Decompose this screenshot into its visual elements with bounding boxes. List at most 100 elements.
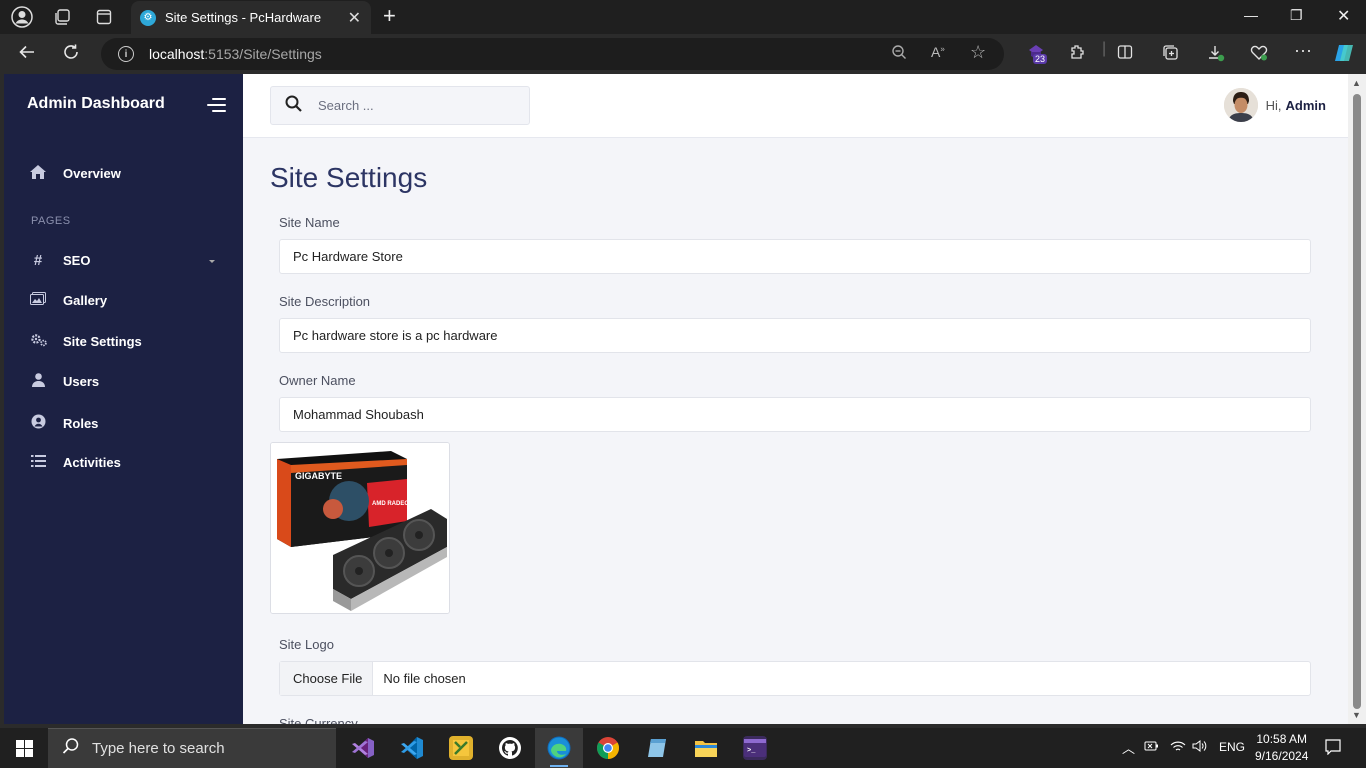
site-description-label: Site Description [279, 294, 371, 309]
site-info-icon[interactable]: i [118, 46, 134, 62]
refresh-icon[interactable] [62, 43, 80, 66]
extension-badge-icon[interactable]: 23 [1026, 42, 1048, 67]
user-menu[interactable]: Hi, Admin [1223, 88, 1326, 122]
back-icon[interactable] [18, 43, 36, 66]
minimize-icon[interactable]: — [1244, 7, 1258, 23]
notepad-icon[interactable] [645, 736, 669, 760]
url-path: :5153/Site/Settings [204, 46, 322, 62]
sidebar-item-label: Activities [63, 454, 121, 470]
show-hidden-icons-icon[interactable]: ︿ [1122, 738, 1135, 757]
product-brand-text: GIGABYTE [295, 471, 342, 481]
read-aloud-icon[interactable]: A» [931, 44, 945, 60]
sidebar-section-label: PAGES [31, 215, 71, 227]
user-circle-icon [30, 414, 46, 432]
sidebar-item-label: Users [63, 374, 100, 389]
scroll-down-icon[interactable]: ▼ [1352, 710, 1361, 720]
windows-start-icon[interactable] [16, 740, 33, 757]
tab-actions-icon[interactable] [92, 6, 116, 28]
owner-name-field[interactable] [279, 397, 1311, 432]
sidebar: Admin Dashboard Overview PAGES # SEO Gal… [4, 74, 243, 724]
extension-badge-count: 23 [1033, 54, 1048, 64]
list-icon [30, 454, 46, 470]
tab-site-settings[interactable]: ⚙ Site Settings - PcHardware ✕ [131, 1, 371, 34]
tab-favicon-icon: ⚙ [140, 9, 156, 26]
scrollbar-thumb[interactable] [1353, 94, 1361, 709]
zoom-out-icon[interactable] [891, 44, 907, 64]
url-text: localhost:5153/Site/Settings [149, 46, 322, 62]
sidebar-item-overview[interactable]: Overview [30, 165, 121, 182]
restore-icon[interactable]: ❐ [1290, 7, 1303, 24]
notifications-icon[interactable] [1325, 739, 1341, 758]
volume-icon[interactable] [1192, 739, 1208, 756]
file-explorer-icon[interactable] [694, 736, 718, 760]
sidebar-item-seo[interactable]: # SEO [30, 252, 91, 269]
sidebar-item-label: SEO [63, 253, 91, 268]
hash-icon: # [33, 252, 43, 269]
choose-file-button[interactable]: Choose File [280, 662, 374, 695]
browser-window: ⚙ Site Settings - PcHardware ✕ + — ❐ ✕ i… [0, 0, 1366, 728]
address-toolbar: i localhost:5153/Site/Settings A» ☆ 23 | [0, 34, 1366, 74]
split-screen-icon[interactable] [1117, 44, 1133, 65]
search-input[interactable] [318, 98, 508, 113]
network-icon[interactable] [1170, 739, 1186, 756]
new-tab-icon[interactable]: + [383, 5, 396, 27]
product-model-text: AMD RADEON [372, 501, 413, 507]
seo-chevron-down-icon[interactable] [209, 260, 215, 263]
tab-close-icon[interactable]: ✕ [348, 8, 361, 28]
taskbar-clock[interactable]: 10:58 AM 9/16/2024 [1255, 731, 1308, 765]
chrome-icon[interactable] [596, 736, 620, 760]
greeting-text: Hi, [1265, 97, 1282, 113]
avatar[interactable] [1223, 88, 1258, 122]
tab-strip: ⚙ Site Settings - PcHardware ✕ + — ❐ ✕ [0, 0, 1366, 34]
browser-essentials-icon[interactable] [1250, 44, 1268, 67]
taskbar-search[interactable]: Type here to search [48, 728, 336, 768]
windows-taskbar: Type here to search >_ ︿ ENG 10:58 AM 9/… [0, 728, 1366, 768]
toolbar-divider: | [1102, 40, 1107, 57]
sidebar-item-label: Roles [63, 415, 99, 431]
visual-studio-icon[interactable] [351, 736, 375, 760]
site-currency-label: Site Currency [279, 716, 358, 724]
language-indicator[interactable]: ENG [1219, 740, 1245, 754]
owner-name-label: Owner Name [279, 373, 356, 388]
favorite-star-icon[interactable]: ☆ [970, 42, 986, 63]
scroll-up-icon[interactable]: ▲ [1352, 78, 1361, 88]
battery-icon[interactable] [1144, 739, 1160, 756]
copilot-icon[interactable] [1333, 42, 1355, 69]
search-icon[interactable] [285, 95, 302, 117]
edge-browser-icon[interactable] [547, 736, 571, 767]
sidebar-item-users[interactable]: Users [30, 373, 99, 390]
window-close-icon[interactable]: ✕ [1337, 6, 1350, 26]
downloads-icon[interactable] [1207, 44, 1225, 67]
site-description-field[interactable] [279, 318, 1311, 353]
page-viewport: Admin Dashboard Overview PAGES # SEO Gal… [4, 74, 1348, 724]
top-header: Hi, Admin [243, 74, 1348, 138]
vscode-icon[interactable] [400, 736, 424, 760]
collections-icon[interactable] [1162, 44, 1179, 66]
terminal-app-icon[interactable]: >_ [743, 736, 767, 760]
more-menu-icon[interactable]: ··· [1294, 40, 1312, 61]
site-name-field[interactable] [279, 239, 1311, 274]
sidebar-item-site-settings[interactable]: Site Settings [30, 333, 142, 350]
site-logo-file-input[interactable]: Choose File No file chosen [279, 661, 1311, 696]
sidebar-item-activities[interactable]: Activities [30, 454, 121, 470]
github-desktop-icon[interactable] [498, 736, 522, 760]
page-title: Site Settings [270, 162, 428, 193]
site-name-label: Site Name [279, 215, 340, 230]
sidebar-item-gallery[interactable]: Gallery [30, 292, 107, 308]
sidebar-toggle-icon[interactable] [207, 98, 226, 116]
svg-text:>_: >_ [747, 747, 756, 755]
page-scrollbar[interactable]: ▲ ▼ [1348, 74, 1366, 724]
file-status-text: No file chosen [383, 671, 466, 686]
workspaces-icon[interactable] [50, 6, 74, 28]
sidebar-item-label: Gallery [63, 292, 108, 308]
taskbar-search-icon [62, 737, 80, 760]
user-icon [30, 373, 46, 390]
extensions-icon[interactable] [1069, 44, 1085, 65]
address-bar[interactable]: i localhost:5153/Site/Settings A» ☆ [101, 38, 1004, 70]
tool-app-icon[interactable] [449, 736, 473, 760]
images-icon [30, 292, 46, 308]
sidebar-item-roles[interactable]: Roles [30, 414, 98, 432]
url-host: localhost [149, 46, 205, 62]
profile-icon[interactable] [10, 6, 34, 28]
site-logo-preview: GIGABYTE AMD RADEON [270, 442, 450, 614]
